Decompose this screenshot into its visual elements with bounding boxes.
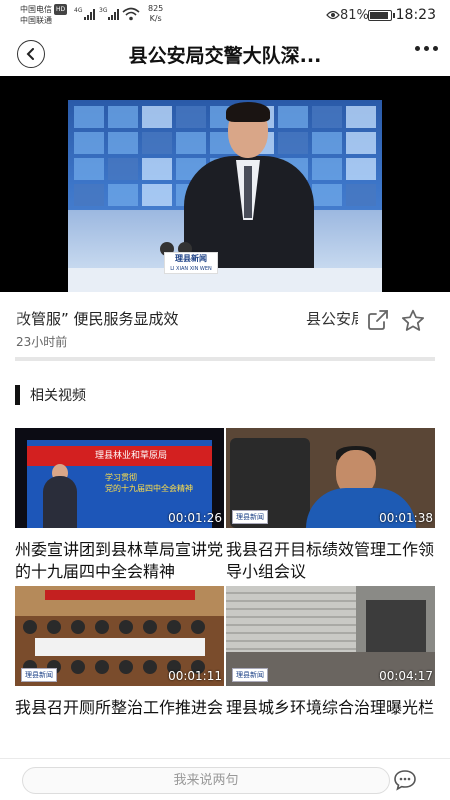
wifi-icon	[122, 7, 140, 21]
video-duration: 00:04:17	[379, 669, 433, 683]
carrier-info: 中国电信 HD 中国联通	[20, 4, 68, 26]
network-type-1: 4G	[74, 7, 83, 14]
comment-input[interactable]	[22, 767, 390, 794]
battery-icon	[368, 10, 395, 21]
comment-icon[interactable]	[393, 769, 417, 791]
back-button[interactable]	[17, 40, 45, 68]
video-thumbnail: 理县新闻 00:01:38	[226, 428, 435, 528]
navbar: 县公安局交警大队深...	[0, 32, 450, 76]
video-thumbnail: 理县新闻 00:04:17	[226, 586, 435, 686]
share-icon[interactable]	[366, 308, 390, 332]
channel-logo: 理县新闻 LI XIAN XIN WEN	[164, 252, 218, 274]
channel-logo: 理县新闻	[232, 668, 268, 682]
related-video-card[interactable]: 理县新闻 00:01:38 我县召开目标绩效管理工作领导小组会议	[226, 428, 435, 581]
divider	[15, 357, 435, 361]
battery-percent: 81%	[340, 8, 369, 23]
video-player[interactable]: 理县新闻 LI XIAN XIN WEN	[0, 76, 450, 292]
page-title: 县公安局交警大队深...	[128, 45, 322, 67]
network-speed: 825 K/s	[148, 4, 163, 24]
video-duration: 00:01:38	[379, 511, 433, 525]
article-info: 改管服” 便民服务显成效 县公安局	[0, 300, 450, 340]
speed-unit: K/s	[149, 14, 162, 23]
carrier-2: 中国联通	[20, 16, 52, 25]
chevron-left-icon	[26, 48, 34, 60]
video-title: 我县召开目标绩效管理工作领导小组会议	[226, 540, 435, 581]
channel-logo: 理县新闻	[21, 668, 57, 682]
signal-icon	[84, 8, 95, 20]
more-button[interactable]	[415, 46, 438, 51]
carrier-1: 中国电信	[20, 5, 52, 14]
channel-logo: 理县新闻	[232, 510, 268, 524]
star-icon[interactable]	[400, 308, 426, 334]
related-video-card[interactable]: 理县新闻 00:04:17 理县城乡环境综合治理曝光栏	[226, 586, 435, 717]
section-marker	[15, 385, 20, 405]
status-time: 18:23	[395, 7, 436, 23]
video-thumbnail: 理县林业和草原局 学习贯彻 党的十九届四中全会精神 00:01:26	[15, 428, 224, 528]
video-title: 州委宣讲团到县林草局宣讲党的十九届四中全会精神	[15, 540, 224, 581]
related-video-card[interactable]: 理县新闻 00:01:11 我县召开厕所整治工作推进会	[15, 586, 224, 717]
video-title: 我县召开厕所整治工作推进会	[15, 698, 224, 717]
article-time: 23小时前	[16, 335, 68, 349]
eye-comfort-icon	[326, 10, 340, 20]
speed-value: 825	[148, 4, 164, 13]
video-duration: 00:01:11	[168, 669, 222, 683]
network-type-2: 3G	[99, 7, 108, 14]
video-title: 理县城乡环境综合治理曝光栏	[226, 698, 435, 717]
article-headline: 改管服” 便民服务显成效	[16, 310, 179, 328]
video-duration: 00:01:26	[168, 511, 222, 525]
section-title: 相关视频	[30, 388, 86, 404]
video-thumbnail: 理县新闻 00:01:11	[15, 586, 224, 686]
more-dots-icon	[415, 46, 420, 51]
hd-badge: HD	[54, 4, 68, 15]
related-videos-header: 相关视频	[15, 385, 86, 405]
bottom-bar	[0, 758, 450, 800]
video-frame: 理县新闻 LI XIAN XIN WEN	[68, 100, 382, 292]
signal-icon-2	[108, 8, 119, 20]
article-source: 县公安局	[306, 310, 358, 328]
status-bar: 中国电信 HD 中国联通 4G 3G 825 K/s 81% 18:23	[0, 0, 450, 32]
related-video-card[interactable]: 理县林业和草原局 学习贯彻 党的十九届四中全会精神 00:01:26 州委宣讲团到…	[15, 428, 224, 581]
